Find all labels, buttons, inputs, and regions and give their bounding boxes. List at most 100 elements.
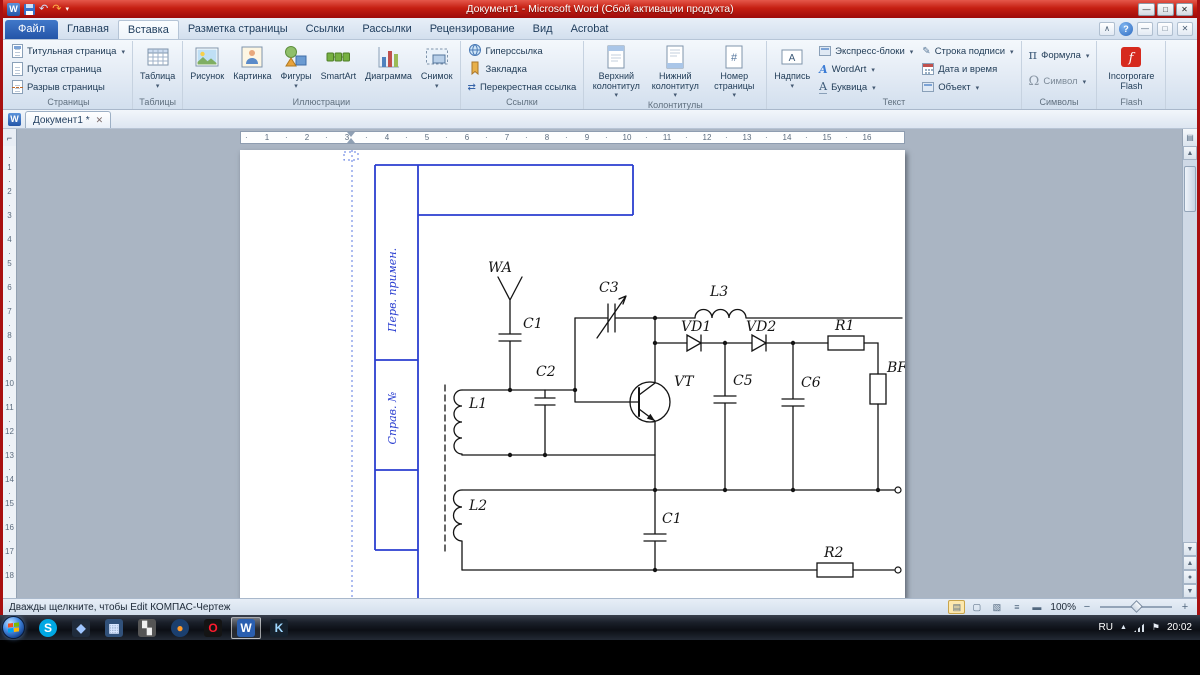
page-number-button[interactable]: # Номер страницы [705,42,763,99]
picture-button[interactable]: Рисунок [186,42,228,82]
page-break-button[interactable]: Разрыв страницы [8,78,109,96]
view-ruler-toggle-button[interactable]: ▤ [1182,129,1197,146]
clock[interactable]: 20:02 [1167,622,1192,633]
scroll-down-icon[interactable]: ▼ [1183,542,1197,556]
v-ruler-mark: 12 [3,416,16,440]
undo-icon[interactable]: ↶ [39,4,48,15]
start-button[interactable] [2,616,25,639]
close-button[interactable]: ✕ [1176,3,1193,16]
object-button[interactable]: Объект [918,78,1017,96]
symbol-button[interactable]: Ω Символ [1025,68,1091,94]
zoom-in-button[interactable]: + [1179,601,1191,613]
qat-customize-caret-icon[interactable]: ▾ [65,5,69,13]
help-icon[interactable]: ? [1119,22,1133,36]
tab-mailings[interactable]: Рассылки [353,20,420,39]
action-center-flag-icon[interactable]: ⚑ [1152,622,1160,633]
network-icon[interactable] [1134,623,1145,632]
hyperlink-button[interactable]: Гиперссылка [464,42,547,60]
h-ruler[interactable]: 12345678910111213141516 [240,131,905,144]
select-browse-object-button[interactable]: ● [1183,570,1197,584]
scrollbar-thumb[interactable] [1184,166,1196,212]
ribbon-group-text: A Надпись Экспресс-блоки A WordArt [767,41,1021,109]
group-label-text: Текст [770,96,1017,109]
object-anchor [344,150,358,598]
tab-file[interactable]: Файл [5,20,58,39]
taskbar-icon-firefox[interactable]: ● [165,617,195,639]
group-label-flash: Flash [1100,96,1162,109]
shapes-button[interactable]: Фигуры [277,42,316,90]
tab-page-layout[interactable]: Разметка страницы [179,20,297,39]
zoom-slider-thumb[interactable] [1130,600,1143,613]
cover-page-button[interactable]: Титульная страница [8,42,129,60]
zoom-out-button[interactable]: − [1081,601,1093,613]
document-tab-close-icon[interactable]: ✕ [96,115,104,126]
next-page-button[interactable]: ▼ [1183,584,1197,598]
draft-view-button[interactable]: ▬ [1028,600,1045,614]
document-page[interactable]: Перв. примен. Справ. № [240,150,905,598]
drawing-frame [375,165,633,598]
tab-home[interactable]: Главная [58,20,118,39]
taskbar-icon-opera[interactable]: O [198,617,228,639]
taskbar-icon-word[interactable]: W [231,617,261,639]
smartart-button[interactable]: SmartArt [317,42,361,82]
minimize-button[interactable]: — [1138,3,1155,16]
group-label-pages: Страницы [8,96,129,109]
collapse-ribbon-icon[interactable]: ∧ [1099,22,1115,36]
taskbar-icon-kompas[interactable]: K [264,617,294,639]
zoom-slider[interactable] [1100,606,1172,608]
vertical-scrollbar[interactable]: ▲ ▼ ▲ ● ▼ [1182,146,1197,598]
doc-close-button[interactable]: ✕ [1177,22,1193,36]
header-button[interactable]: Верхний колонтитул [587,42,645,99]
print-layout-view-button[interactable]: ▤ [948,600,965,614]
taskbar-icon-app2[interactable]: ◆ [66,617,96,639]
kompas-drawing[interactable]: Перв. примен. Справ. № [240,150,905,598]
tab-references[interactable]: Ссылки [297,20,354,39]
blank-page-button[interactable]: Пустая страница [8,60,105,78]
zoom-level[interactable]: 100% [1050,602,1076,613]
ribbon: Титульная страница Пустая страница Разры… [3,40,1197,110]
drop-cap-button[interactable]: A Буквица [815,78,917,96]
doc-minimize-button[interactable]: — [1137,22,1153,36]
tab-selector[interactable]: ⌐ [3,129,17,146]
chart-button[interactable]: Диаграмма [361,42,416,82]
taskbar-icon-skype[interactable]: S [33,617,63,639]
taskbar-icon-app3[interactable]: ▦ [99,617,129,639]
table-button[interactable]: Таблица [136,42,179,90]
date-time-button[interactable]: Дата и время [918,60,1017,78]
doc-restore-button[interactable]: □ [1157,22,1173,36]
save-icon[interactable] [24,4,35,15]
text-box-button[interactable]: A Надпись [770,42,814,90]
language-indicator[interactable]: RU [1099,622,1113,633]
outline-view-button[interactable]: ≡ [1008,600,1025,614]
tab-insert[interactable]: Вставка [118,20,179,39]
document-canvas[interactable]: Перв. примен. Справ. № [17,146,1182,598]
clipart-button[interactable]: Картинка [229,42,275,82]
previous-page-button[interactable]: ▲ [1183,556,1197,570]
screenshot-button[interactable]: Снимок [417,42,457,90]
fullscreen-view-button[interactable]: ▢ [968,600,985,614]
quick-parts-button[interactable]: Экспресс-блоки [815,42,917,60]
redo-icon[interactable]: ↷ [52,4,61,15]
hidden-icons-caret-icon[interactable]: ▲ [1120,624,1127,631]
tab-review[interactable]: Рецензирование [421,20,524,39]
v-ruler-mark: 18 [3,560,16,584]
bookmark-icon [468,61,482,78]
maximize-button[interactable]: □ [1157,3,1174,16]
footer-button[interactable]: Нижний колонтитул [646,42,704,99]
equation-button[interactable]: π Формула [1025,42,1094,68]
web-layout-view-button[interactable]: ▧ [988,600,1005,614]
wordart-button[interactable]: A WordArt [815,60,917,78]
v-ruler-mark: 6 [3,272,16,296]
flash-button[interactable]: f Incorporare Flash [1100,42,1162,91]
document-tab[interactable]: Документ1 * ✕ [25,111,111,128]
word-logo-icon[interactable]: W [7,3,20,16]
bookmark-button[interactable]: Закладка [464,60,531,78]
v-ruler[interactable]: 123456789101112131415161718 [3,146,17,598]
cross-reference-button[interactable]: ⇄ Перекрестная ссылка [464,78,581,96]
taskbar-icon-app4[interactable]: ▚ [132,617,162,639]
tab-view[interactable]: Вид [524,20,562,39]
scrollbar-track[interactable] [1183,160,1197,542]
scroll-up-icon[interactable]: ▲ [1183,146,1197,160]
signature-line-button[interactable]: ✎ Строка подписи [918,42,1017,60]
tab-acrobat[interactable]: Acrobat [562,20,618,39]
